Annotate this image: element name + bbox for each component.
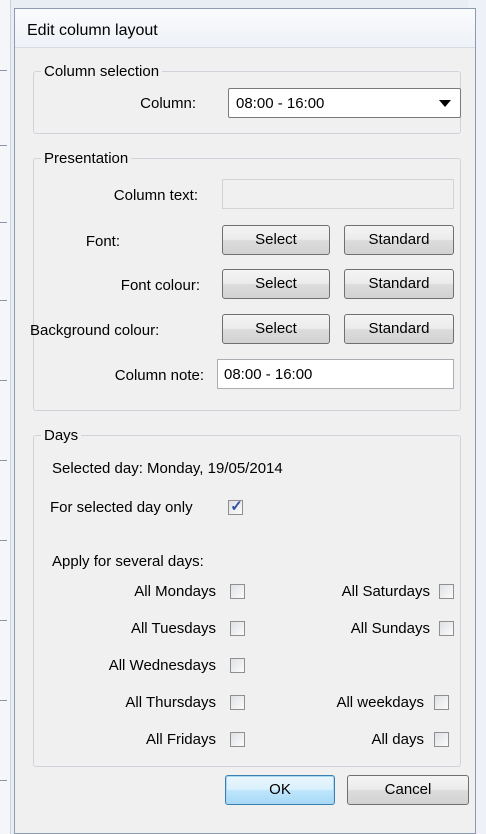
all-days-checkbox[interactable]	[434, 732, 449, 747]
background-tick	[0, 700, 7, 701]
for-selected-day-only-checkbox[interactable]: ✓	[228, 498, 243, 515]
all-sundays-checkbox[interactable]	[439, 621, 454, 636]
font-colour-select-button[interactable]: Select	[222, 269, 330, 299]
column-note-field[interactable]: 08:00 - 16:00	[217, 359, 454, 389]
all-wednesdays-label: All Wednesdays	[108, 657, 216, 674]
all-wednesdays-checkbox[interactable]	[230, 658, 245, 673]
background-colour-label: Background colour:	[30, 322, 160, 339]
selected-day-text: Selected day: Monday, 19/05/2014	[52, 460, 283, 477]
all-weekdays-checkbox[interactable]	[434, 695, 449, 710]
all-saturdays-checkbox[interactable]	[439, 584, 454, 599]
column-label: Column:	[140, 95, 196, 112]
chevron-down-icon	[439, 100, 451, 107]
ok-button[interactable]: OK	[225, 775, 335, 805]
background-tick	[0, 780, 7, 781]
column-note-value: 08:00 - 16:00	[224, 366, 313, 383]
background-tick	[0, 70, 7, 71]
days-legend: Days	[41, 427, 82, 444]
column-dropdown-value: 08:00 - 16:00	[236, 95, 325, 112]
presentation-group: Presentation Column text: Font: Select S…	[30, 150, 461, 411]
background-tick	[0, 460, 7, 461]
edit-column-layout-dialog: Edit column layout Column selection Colu…	[14, 8, 476, 834]
dialog-title: Edit column layout	[27, 22, 158, 39]
all-saturdays-label: All Saturdays	[341, 583, 430, 600]
font-colour-standard-button[interactable]: Standard	[344, 269, 454, 299]
presentation-legend: Presentation	[41, 150, 132, 167]
font-standard-button[interactable]: Standard	[344, 225, 454, 255]
font-label: Font:	[85, 233, 120, 250]
checkmark-icon: ✓	[230, 498, 243, 515]
column-text-field[interactable]	[222, 179, 454, 209]
all-mondays-label: All Mondays	[134, 583, 216, 600]
all-sundays-label: All Sundays	[350, 620, 430, 637]
all-thursdays-label: All Thursdays	[125, 694, 216, 711]
background-tick	[0, 540, 7, 541]
background-window-edge	[0, 0, 11, 834]
background-tick	[0, 620, 7, 621]
column-note-label: Column note:	[114, 367, 204, 384]
background-colour-select-button[interactable]: Select	[222, 314, 330, 344]
font-select-button[interactable]: Select	[222, 225, 330, 255]
column-selection-group: Column selection Column: 08:00 - 16:00	[33, 63, 461, 134]
all-tuesdays-label: All Tuesdays	[130, 620, 216, 637]
background-tick	[0, 145, 7, 146]
column-selection-legend: Column selection	[41, 63, 163, 80]
font-colour-label: Font colour:	[120, 277, 200, 294]
all-fridays-label: All Fridays	[145, 731, 216, 748]
column-text-label: Column text:	[113, 187, 198, 204]
days-group: Days Selected day: Monday, 19/05/2014 Fo…	[33, 427, 461, 767]
background-tick	[0, 300, 7, 301]
background-colour-standard-button[interactable]: Standard	[344, 314, 454, 344]
dialog-titlebar[interactable]: Edit column layout	[15, 9, 475, 48]
background-tick	[0, 222, 7, 223]
cancel-button[interactable]: Cancel	[347, 775, 469, 805]
background-tick	[0, 380, 7, 381]
column-dropdown[interactable]: 08:00 - 16:00	[228, 88, 461, 118]
apply-several-days-label: Apply for several days:	[52, 553, 204, 570]
all-weekdays-label: All weekdays	[336, 694, 424, 711]
for-selected-day-only-label: For selected day only	[50, 499, 193, 516]
all-days-label: All days	[371, 731, 424, 748]
